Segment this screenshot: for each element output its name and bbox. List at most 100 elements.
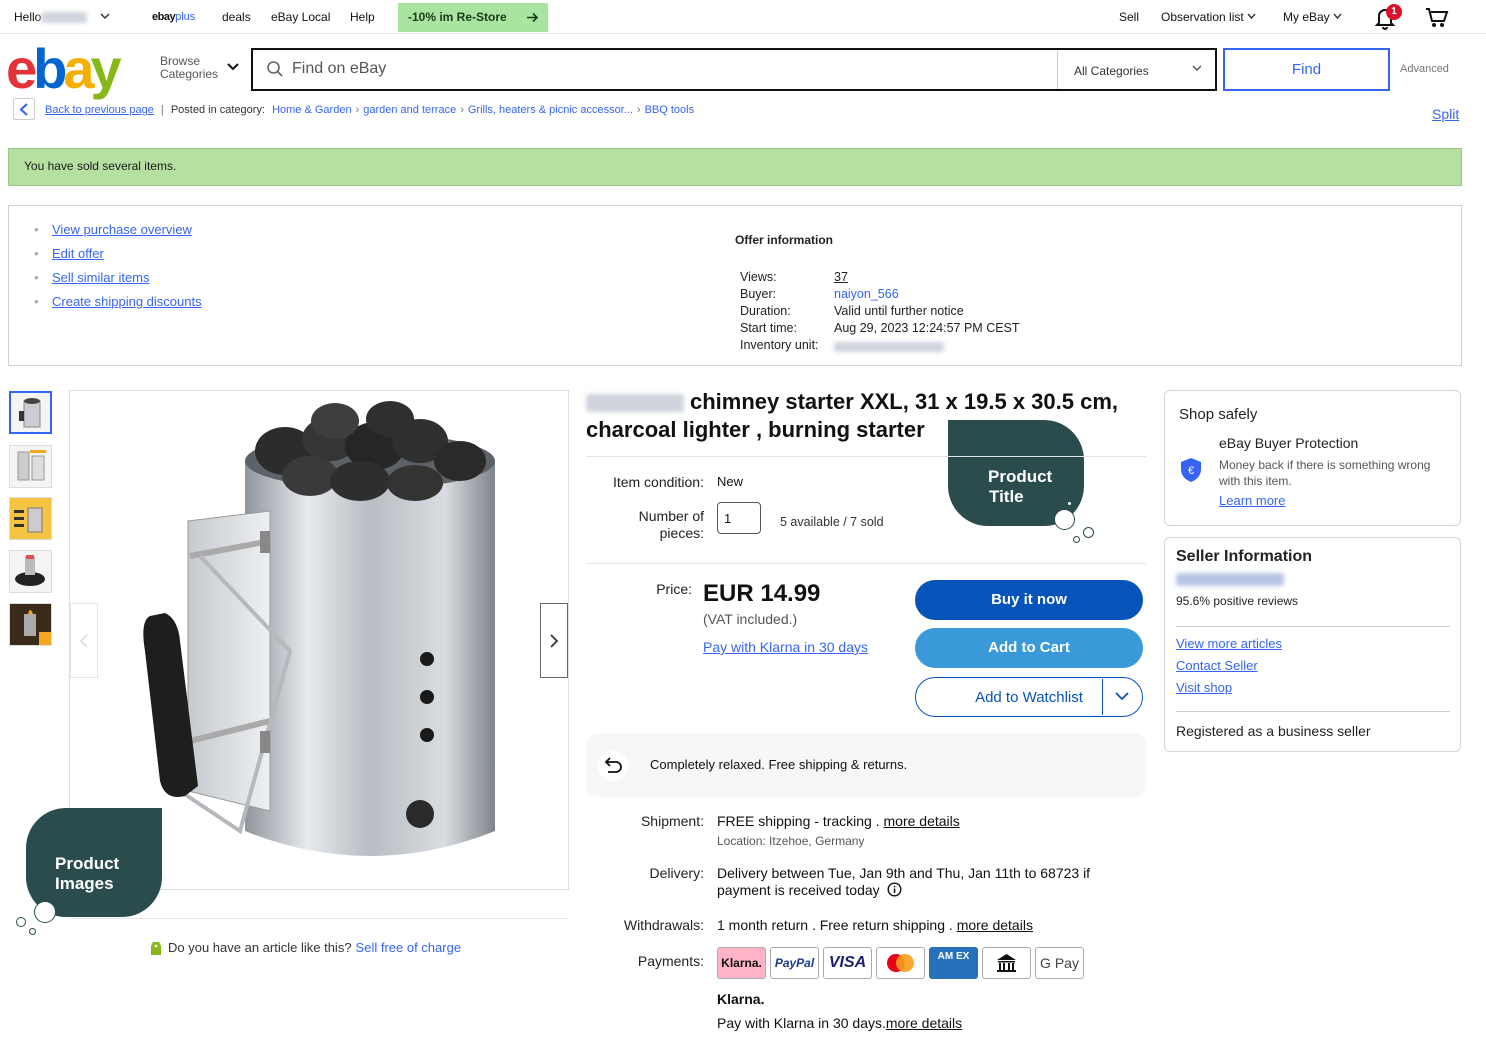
next-image-button[interactable] [540, 603, 568, 678]
breadcrumb-item[interactable]: Home & Garden [272, 104, 351, 116]
buyer-link[interactable]: naiyon_566 [834, 287, 899, 301]
contact-seller-link[interactable]: Contact Seller [1176, 658, 1258, 673]
edit-offer-link[interactable]: Edit offer [52, 246, 104, 261]
views-count-link[interactable]: 37 [834, 270, 848, 284]
restore-promo-button[interactable]: -10% im Re-Store [398, 3, 548, 32]
chevron-left-icon [79, 634, 88, 648]
top-bar: Hello ebayplus deals eBay Local Help -10… [0, 0, 1486, 34]
chevron-down-icon[interactable] [1192, 64, 1202, 72]
add-to-watchlist-button[interactable]: Add to Watchlist [915, 677, 1143, 717]
location-text: Location: Itzehoe, Germany [717, 834, 865, 848]
offer-value: Aug 29, 2023 12:24:57 PM CEST [834, 321, 1020, 335]
quantity-input[interactable]: 1 [717, 502, 761, 534]
view-more-articles-link[interactable]: View more articles [1176, 636, 1282, 651]
breadcrumb-chevron: › [355, 104, 360, 116]
return-icon [598, 751, 628, 781]
thumbnail-5[interactable] [9, 603, 52, 646]
thumbnail-4[interactable] [9, 550, 52, 593]
klarna-footer: Pay with Klarna in 30 days.more details [717, 1015, 962, 1031]
list-item: Edit offer [34, 246, 202, 270]
paypal-payment-icon: PayPal [770, 947, 819, 979]
logo-letter: y [90, 37, 122, 100]
view-purchase-overview-link[interactable]: View purchase overview [52, 222, 192, 237]
sell-link[interactable]: Sell [1119, 10, 1139, 24]
shipment-more-details-link[interactable]: more details [884, 813, 960, 829]
breadcrumb-item[interactable]: garden and terrace [363, 104, 456, 116]
divider [586, 563, 1146, 564]
create-shipping-discounts-link[interactable]: Create shipping discounts [52, 294, 202, 309]
chevron-down-icon [1247, 13, 1256, 20]
chevron-down-icon[interactable] [226, 62, 240, 72]
learn-more-link[interactable]: Learn more [1219, 493, 1285, 508]
info-icon[interactable] [887, 882, 902, 897]
search-icon [267, 61, 283, 77]
watchlist-label: Add to Watchlist [975, 689, 1083, 706]
list-item: Create shipping discounts [34, 294, 202, 318]
grill-thumbnail-icon [15, 555, 45, 586]
buy-now-button[interactable]: Buy it now [915, 580, 1143, 620]
previous-image-button[interactable] [70, 603, 98, 678]
vat-note: (VAT included.) [703, 611, 798, 627]
money-back-text: Money back if there is something wrong w… [1219, 458, 1431, 488]
greeting[interactable]: Hello [14, 10, 88, 24]
advanced-search-link[interactable]: Advanced [1400, 63, 1449, 75]
ebay-local-link[interactable]: eBay Local [271, 10, 330, 24]
offer-info-table: Views: 37 Buyer: naiyon_566 Duration: Valid… [740, 270, 1140, 355]
breadcrumb-chevron: › [460, 104, 464, 116]
back-button[interactable] [13, 98, 35, 120]
thumbnail-3[interactable] [9, 497, 52, 540]
shipment-text: FREE shipping - tracking . [717, 813, 880, 829]
offer-label: Views: [740, 270, 777, 284]
sell-free-link[interactable]: Sell free of charge [356, 940, 462, 955]
callout-bubble [1083, 527, 1094, 538]
split-link[interactable]: Split [1432, 106, 1459, 122]
list-item: Sell similar items [34, 270, 202, 294]
seller-name-blurred[interactable] [1176, 573, 1284, 586]
brand-blurred [586, 394, 684, 413]
breadcrumb-item[interactable]: Grills, heaters & picnic accessor... [468, 104, 633, 116]
klarna-more-details-link[interactable]: more details [886, 1015, 962, 1031]
browse-categories-button[interactable]: Browse Categories [160, 55, 218, 81]
chevron-down-icon[interactable] [1114, 691, 1130, 701]
offer-label: Start time: [740, 321, 797, 335]
callout-line: Images [55, 874, 114, 893]
breadcrumb-pipe: | [160, 104, 164, 116]
my-ebay-link[interactable]: My eBay [1283, 10, 1330, 24]
thumbnail-2[interactable] [9, 445, 52, 488]
thumbnail-1[interactable] [9, 391, 52, 434]
deals-link[interactable]: deals [222, 10, 251, 24]
callout-bubble [1073, 536, 1080, 543]
sell-similar-link[interactable]: Sell similar items [52, 270, 150, 285]
find-button[interactable]: Find [1223, 48, 1390, 91]
cart-icon[interactable] [1425, 7, 1449, 29]
observation-list-link[interactable]: Observation list [1161, 10, 1244, 24]
klarna-link[interactable]: Pay with Klarna in 30 days [703, 639, 868, 655]
callout-bubble [29, 928, 36, 935]
chevron-down-icon[interactable] [100, 13, 110, 20]
withdrawals-more-details-link[interactable]: more details [957, 917, 1033, 933]
pieces-label-line: Number of [638, 508, 704, 524]
seller-action-links: View purchase overview Edit offer Sell s… [34, 222, 202, 318]
restore-label: -10% im Re-Store [408, 10, 507, 24]
shipment-value: FREE shipping - tracking . more details [717, 813, 960, 829]
ebay-plus-link[interactable]: ebayplus [152, 11, 195, 23]
add-to-cart-button[interactable]: Add to Cart [915, 628, 1143, 668]
breadcrumb-item[interactable]: BBQ tools [645, 104, 695, 116]
back-to-previous-link[interactable]: Back to previous page [45, 104, 154, 116]
withdrawals-text: 1 month return . Free return shipping . [717, 917, 953, 933]
price-label: Price: [656, 581, 692, 597]
ebay-logo[interactable]: ebay [6, 41, 122, 97]
category-select[interactable]: All Categories [1074, 64, 1149, 78]
visit-shop-link[interactable]: Visit shop [1176, 680, 1232, 695]
shipment-label: Shipment: [640, 813, 704, 829]
delivery-text-2: payment is received today [717, 882, 902, 898]
callout-bubble [34, 901, 56, 923]
condition-label: Item condition: [612, 474, 704, 490]
ebay-plus-ebay: ebay [152, 11, 176, 23]
availability-text: 5 available / 7 sold [780, 515, 884, 529]
username-blurred [41, 12, 88, 24]
help-link[interactable]: Help [350, 10, 375, 24]
sell-question-text: Do you have an article like this? [168, 940, 352, 955]
price-tag-icon [151, 942, 161, 956]
search-input[interactable] [292, 57, 1032, 81]
